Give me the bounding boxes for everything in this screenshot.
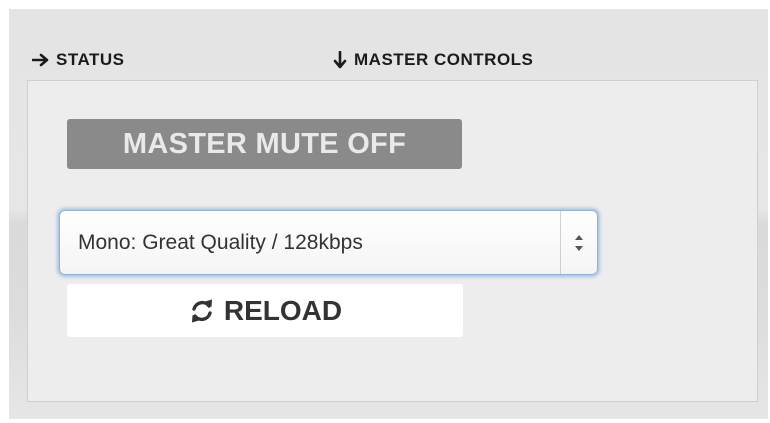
- arrow-right-icon: [32, 52, 50, 68]
- tab-status[interactable]: STATUS: [32, 50, 124, 70]
- refresh-icon: [188, 298, 216, 324]
- quality-select-value: Mono: Great Quality / 128kbps: [78, 231, 363, 254]
- master-mute-button[interactable]: MASTER MUTE OFF: [67, 119, 462, 169]
- arrow-down-icon: [332, 51, 348, 69]
- quality-select[interactable]: Mono: Great Quality / 128kbps: [59, 210, 598, 275]
- master-mute-label: MASTER MUTE OFF: [122, 127, 407, 160]
- select-divider: [560, 211, 561, 274]
- reload-label: RELOAD: [223, 294, 343, 326]
- tab-status-label: STATUS: [56, 50, 125, 69]
- tab-master-controls-label: MASTER CONTROLS: [354, 50, 534, 69]
- tab-master-controls[interactable]: MASTER CONTROLS: [332, 50, 533, 70]
- select-arrows-icon: [572, 231, 586, 255]
- section-tabs: STATUS MASTER CONTROLS: [32, 50, 752, 72]
- reload-button[interactable]: RELOAD: [67, 284, 463, 337]
